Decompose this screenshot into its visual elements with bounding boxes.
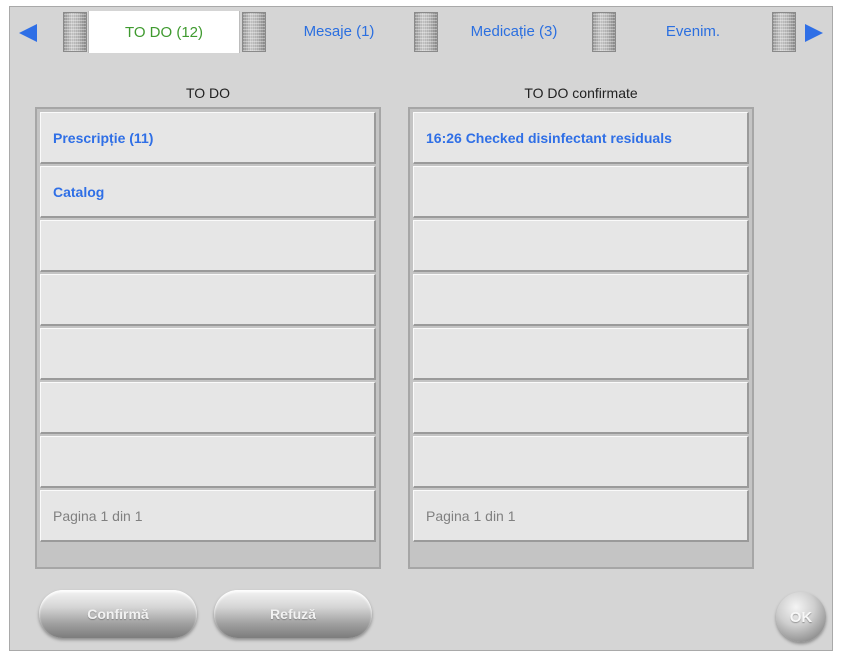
window-frame: TO DO (12) Mesaje (1) Medicație (3) Even…	[9, 6, 833, 651]
list-item-label: Prescripție (11)	[53, 129, 154, 146]
list-item[interactable]: 16:26 Checked disinfectant residuals	[413, 112, 749, 164]
ok-button[interactable]: OK	[776, 592, 826, 642]
left-arrow-icon[interactable]	[16, 19, 40, 47]
tab-divider	[242, 12, 266, 52]
todo-title: TO DO	[185, 85, 231, 101]
confirm-button-label: Confirmă	[87, 606, 149, 622]
tab-todo[interactable]: TO DO (12)	[88, 11, 240, 53]
confirmed-list: 16:26 Checked disinfectant residuals Pag…	[408, 107, 754, 569]
list-item[interactable]	[413, 274, 749, 326]
confirmed-title: TO DO confirmate	[524, 85, 638, 101]
refuse-button-label: Refuză	[270, 606, 316, 622]
list-item[interactable]: Prescripție (11)	[40, 112, 376, 164]
tab-events[interactable]: Evenim.	[618, 11, 768, 51]
refuse-button[interactable]: Refuză	[214, 590, 372, 638]
tab-divider	[63, 12, 87, 52]
list-item[interactable]	[40, 436, 376, 488]
todo-list: Prescripție (11) Catalog Pagina 1 din 1	[35, 107, 381, 569]
list-item[interactable]	[40, 328, 376, 380]
list-item[interactable]	[413, 436, 749, 488]
list-item[interactable]: Catalog	[40, 166, 376, 218]
tab-divider	[772, 12, 796, 52]
confirm-button[interactable]: Confirmă	[39, 590, 197, 638]
list-item-label: Catalog	[53, 183, 105, 200]
list-item[interactable]	[40, 220, 376, 272]
tab-todo-label: TO DO (12)	[124, 23, 204, 41]
list-item[interactable]	[413, 328, 749, 380]
pager-label: Pagina 1 din 1	[426, 507, 516, 524]
tab-messages-label: Mesaje (1)	[303, 22, 375, 40]
tab-medication-label: Medicație (3)	[470, 22, 558, 40]
tab-divider	[592, 12, 616, 52]
pager-label: Pagina 1 din 1	[53, 507, 143, 524]
tab-events-label: Evenim.	[665, 22, 721, 40]
right-arrow-icon[interactable]	[802, 19, 826, 47]
list-item[interactable]	[413, 382, 749, 434]
todo-pager: Pagina 1 din 1	[40, 490, 376, 542]
tab-medication[interactable]: Medicație (3)	[440, 11, 588, 51]
list-item[interactable]	[413, 166, 749, 218]
list-item-label: 16:26 Checked disinfectant residuals	[426, 129, 672, 146]
tab-messages[interactable]: Mesaje (1)	[268, 11, 410, 51]
list-item[interactable]	[40, 274, 376, 326]
list-item[interactable]	[413, 220, 749, 272]
tab-divider	[414, 12, 438, 52]
confirmed-pager: Pagina 1 din 1	[413, 490, 749, 542]
list-item[interactable]	[40, 382, 376, 434]
ok-button-label: OK	[789, 608, 813, 626]
